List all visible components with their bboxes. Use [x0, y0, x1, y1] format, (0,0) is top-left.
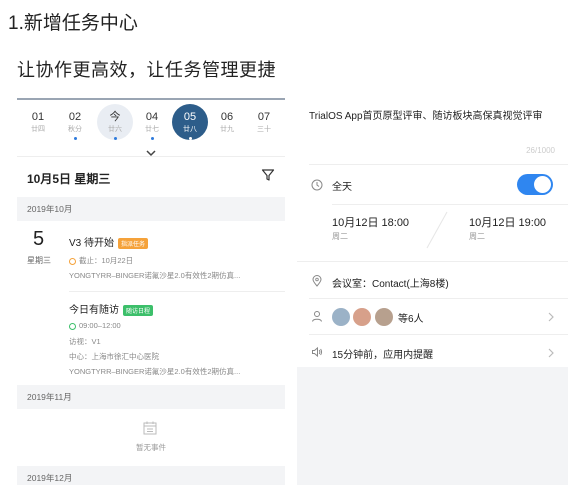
calendar-empty-icon	[143, 421, 157, 435]
range-divider	[426, 211, 448, 249]
event-item[interactable]: 今日有随访 随访日程	[69, 301, 154, 316]
event-tag: 指派任务	[118, 237, 149, 249]
divider	[309, 164, 568, 165]
selected-date-heading: 10月5日 星期三	[27, 172, 111, 186]
month-header: 2019年12月	[17, 466, 285, 485]
divider	[17, 156, 285, 157]
clock-icon	[311, 179, 323, 191]
chevron-right-icon[interactable]	[547, 312, 555, 322]
event-time: 09:00–12:00	[69, 321, 121, 330]
divider	[332, 204, 568, 205]
event-center: 中心：上海市徐汇中心医院	[69, 352, 159, 361]
allday-toggle[interactable]	[517, 174, 553, 195]
calendar-panel: 01 廿四 02 秋分 今廿六 04 廿七 05 廿八 06 廿九 07 三十 10月5日 …	[17, 98, 285, 485]
day-cell-selected[interactable]: 05 廿八	[172, 104, 208, 140]
divider	[309, 298, 568, 299]
chevron-right-icon[interactable]	[547, 348, 555, 358]
event-item[interactable]: V3 待开始 指派任务	[69, 234, 149, 249]
day-cell-today[interactable]: 今廿六	[97, 104, 133, 140]
event-project: YONGTYRR–BINGER诺氟沙星2.0有效性2期仿真...	[69, 367, 241, 376]
divider	[309, 334, 568, 335]
day-cell[interactable]: 02 秋分	[58, 110, 92, 140]
day-cell[interactable]: 07 三十	[247, 110, 281, 135]
event-dot	[150, 137, 154, 140]
page-subtitle: 让协作更高效，让任务管理更捷	[17, 60, 276, 80]
reminder-text[interactable]: 15分钟前，应用内提醒	[332, 346, 433, 361]
month-header: 2019年10月	[17, 197, 285, 221]
end-time[interactable]: 10月12日 19:00	[469, 214, 546, 230]
divider	[297, 261, 568, 262]
empty-state-text: 暂无事件	[136, 443, 166, 452]
filter-icon[interactable]	[261, 168, 275, 182]
event-detail-panel: TrialOS App首页原型评审、随访板块高保真视觉评审 26/1000 全天…	[297, 98, 568, 485]
avatar	[375, 308, 393, 326]
month-header: 2019年11月	[17, 385, 285, 409]
event-dot	[188, 137, 192, 140]
day-cell[interactable]: 04 廿七	[135, 110, 169, 140]
person-icon	[312, 311, 322, 322]
allday-label: 全天	[332, 182, 352, 193]
end-weekday: 周二	[469, 232, 485, 241]
day-weekday: 星期三	[27, 256, 51, 265]
speaker-icon	[312, 346, 323, 358]
day-cell[interactable]: 01 廿四	[21, 110, 55, 135]
event-visit: 访视：V1	[69, 337, 101, 346]
divider	[69, 291, 285, 292]
day-cell[interactable]: 06 廿九	[210, 110, 244, 135]
char-counter: 26/1000	[526, 146, 555, 155]
avatar	[353, 308, 371, 326]
avatar	[332, 308, 350, 326]
start-weekday: 周二	[332, 232, 348, 241]
day-number: 5	[33, 228, 45, 250]
event-project: YONGTYRR–BINGER诺氟沙星2.0有效性2期仿真...	[69, 271, 241, 280]
event-deadline: 截止：10月22日	[69, 255, 133, 266]
participants-count[interactable]: 等6人	[398, 310, 424, 325]
event-dot	[113, 137, 117, 140]
event-dot	[73, 137, 77, 140]
location-icon	[312, 275, 322, 287]
event-title-input[interactable]: TrialOS App首页原型评审、随访板块高保真视觉评审	[309, 110, 555, 124]
page-title: 1.新增任务中心	[8, 13, 138, 34]
event-tag: 随访日程	[123, 304, 154, 316]
location-text[interactable]: 会议室：Contact(上海8楼)	[332, 275, 449, 290]
week-strip: 01 廿四 02 秋分 今廿六 04 廿七 05 廿八 06 廿九 07 三十	[17, 100, 285, 154]
start-time[interactable]: 10月12日 18:00	[332, 214, 409, 230]
